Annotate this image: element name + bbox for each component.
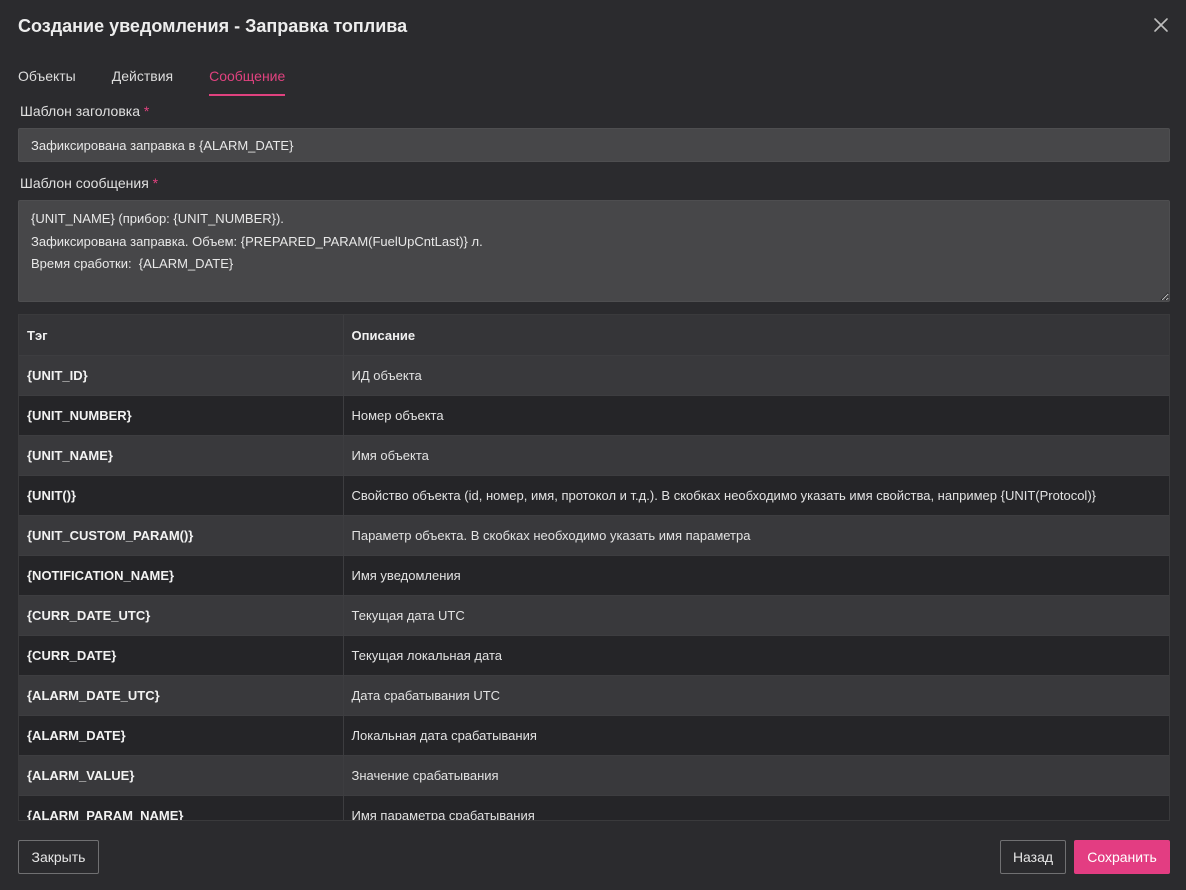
column-header-tag: Тэг: [19, 315, 344, 356]
message-template-label: Шаблон сообщения *: [20, 175, 159, 191]
table-row: {UNIT_NUMBER} Номер объекта: [19, 395, 1169, 436]
table-row: {UNIT_NAME} Имя объекта: [19, 435, 1169, 476]
table-row: {CURR_DATE} Текущая локальная дата: [19, 635, 1169, 676]
table-row: {UNIT_ID} ИД объекта: [19, 355, 1169, 396]
tag-cell: {UNIT_NAME}: [19, 435, 344, 476]
table-row: {CURR_DATE_UTC} Текущая дата UTC: [19, 595, 1169, 636]
tag-cell: {ALARM_VALUE}: [19, 755, 344, 796]
close-dialog-button[interactable]: [1150, 14, 1172, 36]
tab-message[interactable]: Сообщение: [209, 68, 286, 96]
description-cell: Имя параметра срабатывания: [343, 795, 1169, 820]
tag-cell: {NOTIFICATION_NAME}: [19, 555, 344, 596]
table-row: {NOTIFICATION_NAME} Имя уведомления: [19, 555, 1169, 596]
tag-cell: {ALARM_DATE}: [19, 715, 344, 756]
table-row: {UNIT_CUSTOM_PARAM()} Параметр объекта. …: [19, 515, 1169, 556]
description-cell: Локальная дата срабатывания: [343, 715, 1169, 756]
description-cell: ИД объекта: [343, 355, 1169, 396]
header-template-input[interactable]: [18, 128, 1170, 162]
description-cell: Имя уведомления: [343, 555, 1169, 596]
tag-cell: {UNIT_CUSTOM_PARAM()}: [19, 515, 344, 556]
description-cell: Текущая локальная дата: [343, 635, 1169, 676]
tag-cell: {UNIT_ID}: [19, 355, 344, 396]
description-cell: Текущая дата UTC: [343, 595, 1169, 636]
tag-cell: {UNIT()}: [19, 475, 344, 516]
tag-cell: {ALARM_PARAM_NAME}: [19, 795, 344, 820]
tag-cell: {CURR_DATE_UTC}: [19, 595, 344, 636]
description-cell: Значение срабатывания: [343, 755, 1169, 796]
table-header-row: Тэг Описание: [19, 315, 1169, 356]
required-mark: *: [152, 175, 159, 191]
dialog-title: Создание уведомления - Заправка топлива: [18, 16, 408, 36]
back-button[interactable]: Назад: [1000, 840, 1066, 874]
table-row: {ALARM_DATE} Локальная дата срабатывания: [19, 715, 1169, 756]
save-button[interactable]: Сохранить: [1074, 840, 1170, 874]
column-header-description: Описание: [343, 315, 1169, 356]
table-row: {ALARM_VALUE} Значение срабатывания: [19, 755, 1169, 796]
close-button[interactable]: Закрыть: [18, 840, 99, 874]
tab-objects[interactable]: Объекты: [18, 68, 76, 96]
description-cell: Параметр объекта. В скобках необходимо у…: [343, 515, 1169, 556]
description-cell: Дата срабатывания UTC: [343, 675, 1169, 716]
tab-actions[interactable]: Действия: [112, 68, 173, 96]
table-row: {ALARM_DATE_UTC} Дата срабатывания UTC: [19, 675, 1169, 716]
required-mark: *: [143, 103, 150, 119]
tab-bar: Объекты Действия Сообщение: [18, 68, 321, 96]
description-cell: Имя объекта: [343, 435, 1169, 476]
header-template-label: Шаблон заголовка *: [20, 103, 150, 119]
tag-cell: {ALARM_DATE_UTC}: [19, 675, 344, 716]
description-cell: Номер объекта: [343, 395, 1169, 436]
tag-cell: {UNIT_NUMBER}: [19, 395, 344, 436]
close-icon: [1154, 18, 1168, 32]
tag-cell: {CURR_DATE}: [19, 635, 344, 676]
table-row: {ALARM_PARAM_NAME} Имя параметра срабаты…: [19, 795, 1169, 820]
message-template-input[interactable]: {UNIT_NAME} (прибор: {UNIT_NUMBER}). Заф…: [18, 200, 1170, 302]
description-cell: Свойство объекта (id, номер, имя, проток…: [343, 475, 1169, 516]
tags-table: Тэг Описание {UNIT_ID} ИД объекта {UNIT_…: [18, 314, 1170, 821]
table-row: {UNIT()} Свойство объекта (id, номер, им…: [19, 475, 1169, 516]
